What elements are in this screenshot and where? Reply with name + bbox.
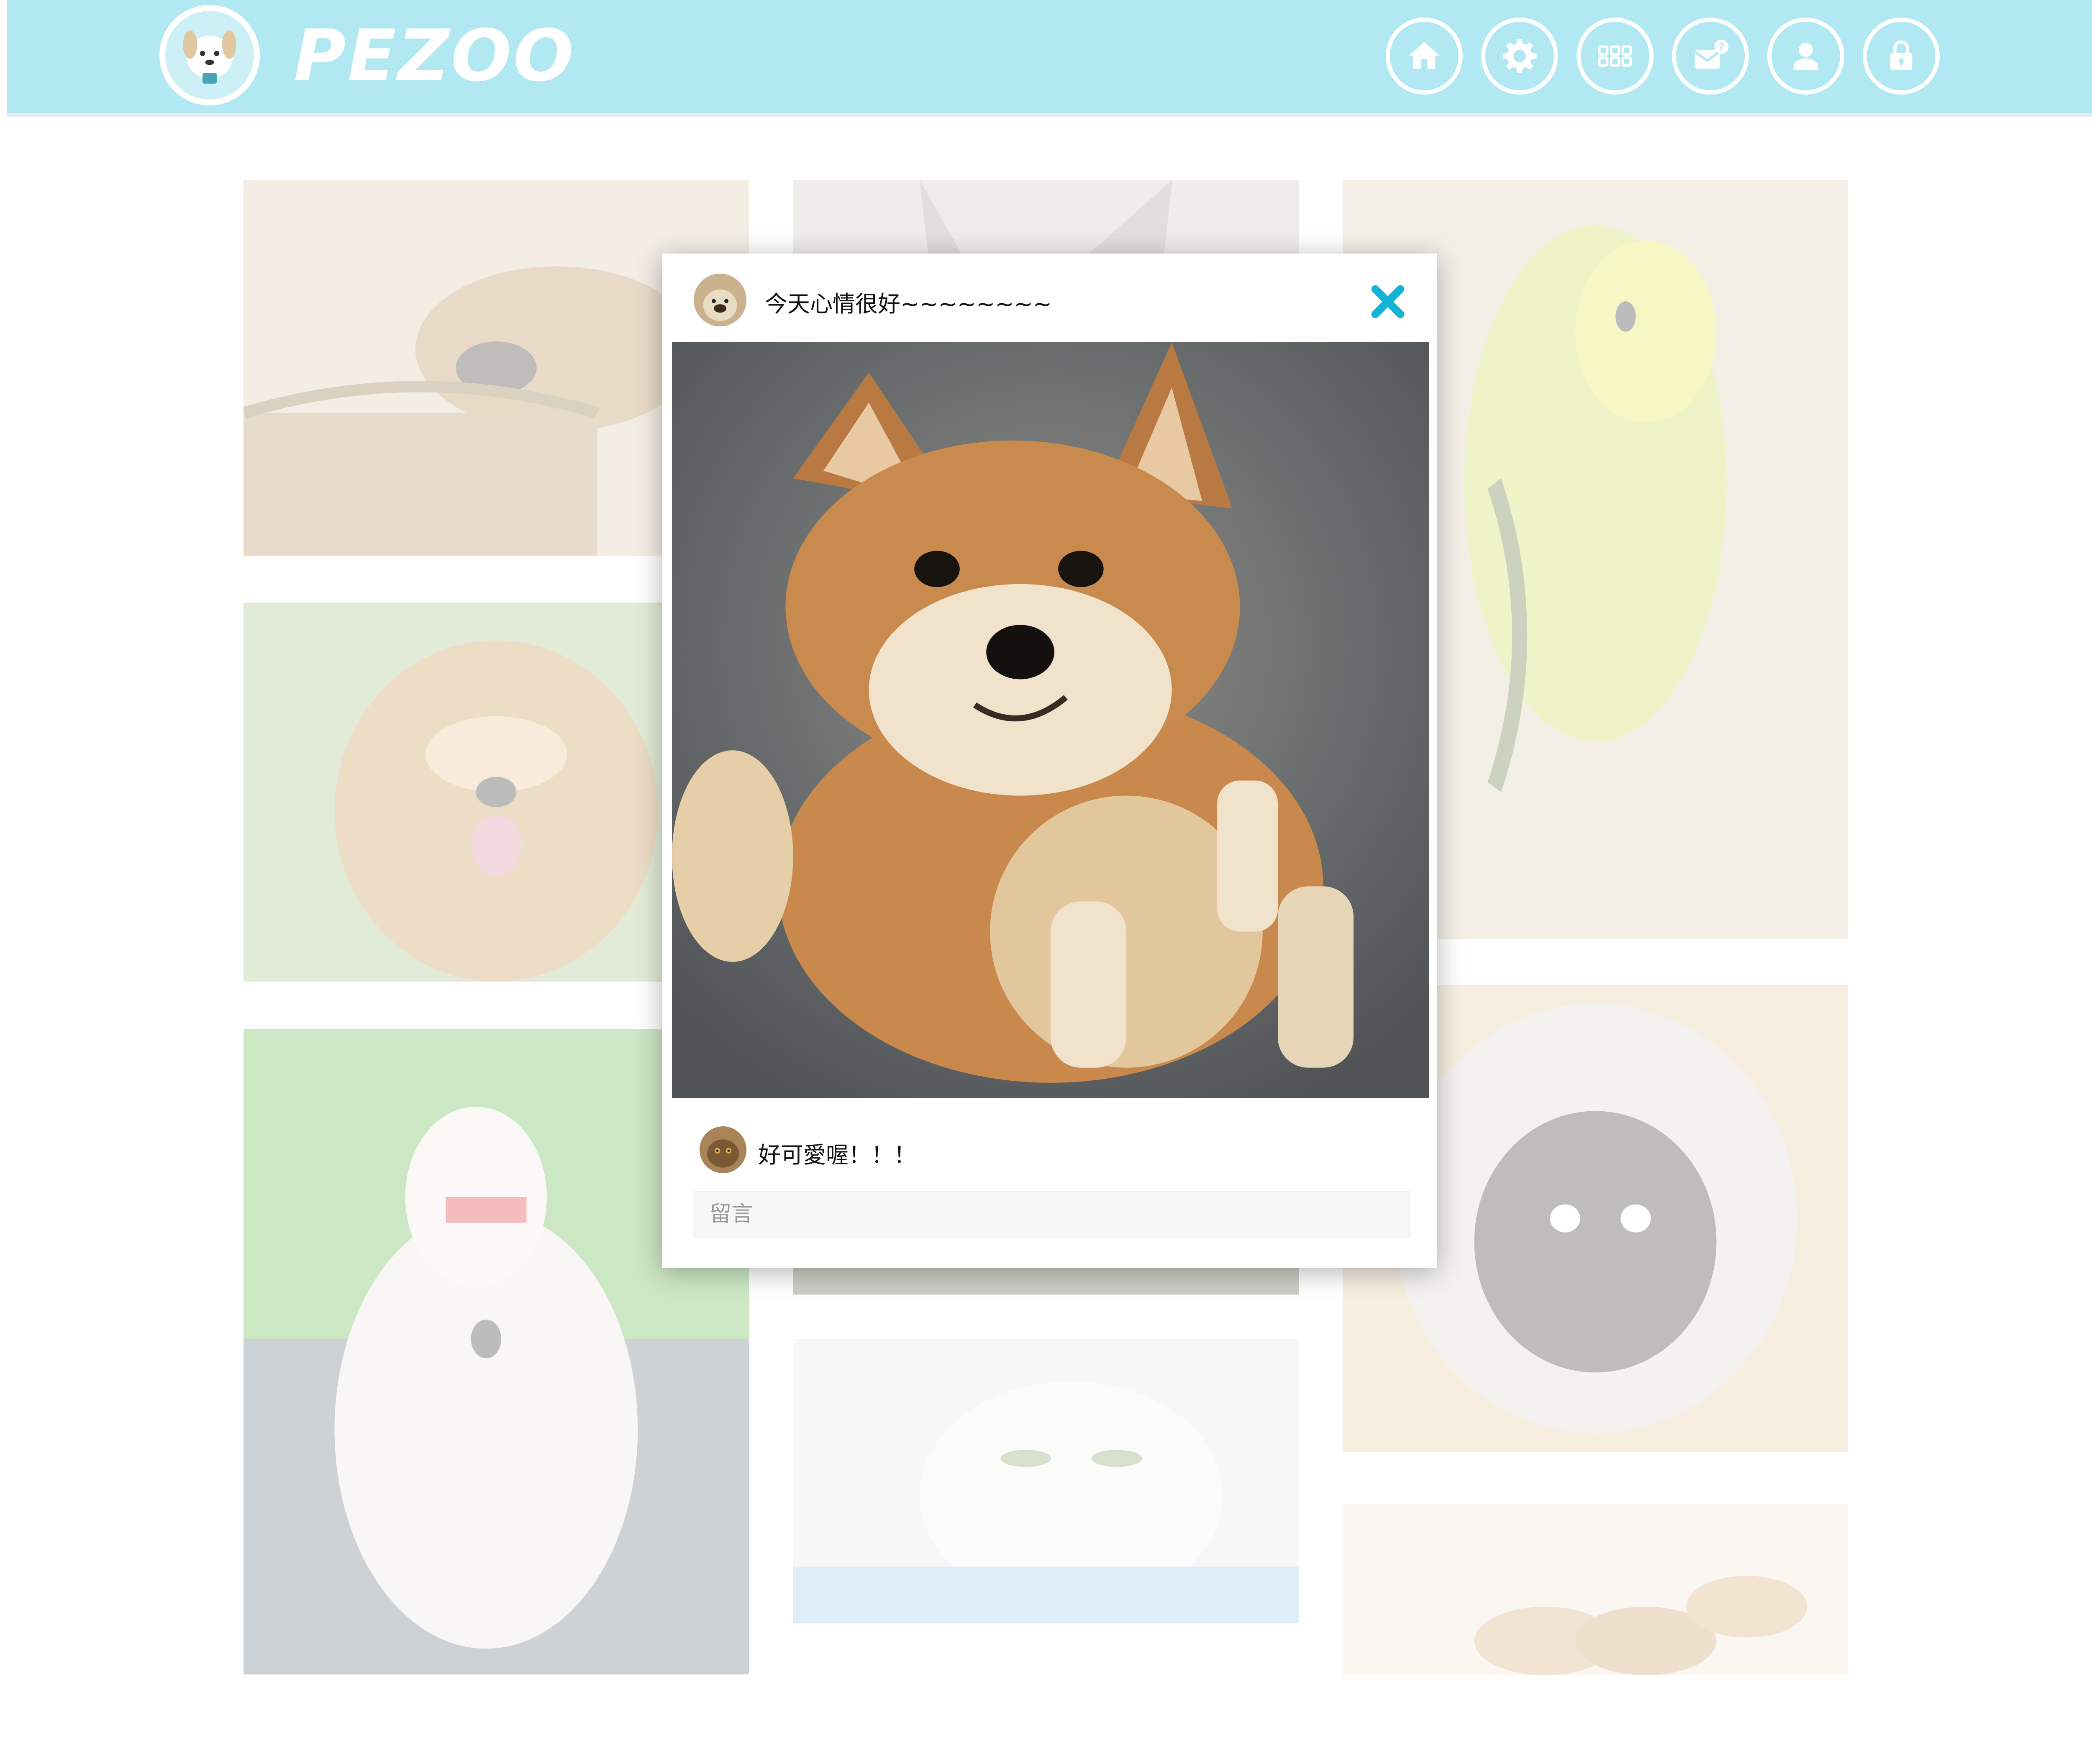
brand-name[interactable]: PEZOO <box>294 18 575 94</box>
top-navbar: PEZOO ? <box>7 0 2092 117</box>
messages-button[interactable]: ? <box>1672 18 1749 95</box>
home-icon <box>1408 42 1440 69</box>
poster-avatar[interactable] <box>694 274 746 326</box>
mail-question-icon: ? <box>1694 39 1729 69</box>
close-icon <box>1371 285 1405 318</box>
home-button[interactable] <box>1386 18 1463 95</box>
post-modal: 今天心情很好~~~~~~~~ 好可愛喔！！！ 留言 <box>662 254 1437 1268</box>
comment-text: 好可愛喔！！！ <box>758 1142 916 1168</box>
logo-icon[interactable] <box>159 5 260 105</box>
post-caption: 今天心情很好~~~~~~~~ <box>765 291 1052 317</box>
comment-input[interactable] <box>694 1191 1410 1238</box>
svg-text:?: ? <box>1718 41 1724 53</box>
gear-icon <box>1502 38 1537 73</box>
profile-button[interactable] <box>1767 18 1844 95</box>
apps-button[interactable] <box>1577 18 1654 95</box>
post-photo-shiba[interactable] <box>672 342 1429 1098</box>
settings-button[interactable] <box>1481 18 1558 95</box>
grid-icon <box>1598 45 1632 67</box>
commenter-avatar[interactable] <box>700 1126 746 1173</box>
user-icon <box>1793 43 1818 70</box>
lock-button[interactable] <box>1863 18 1940 95</box>
lock-icon <box>1890 40 1913 70</box>
close-button[interactable] <box>1369 283 1407 320</box>
